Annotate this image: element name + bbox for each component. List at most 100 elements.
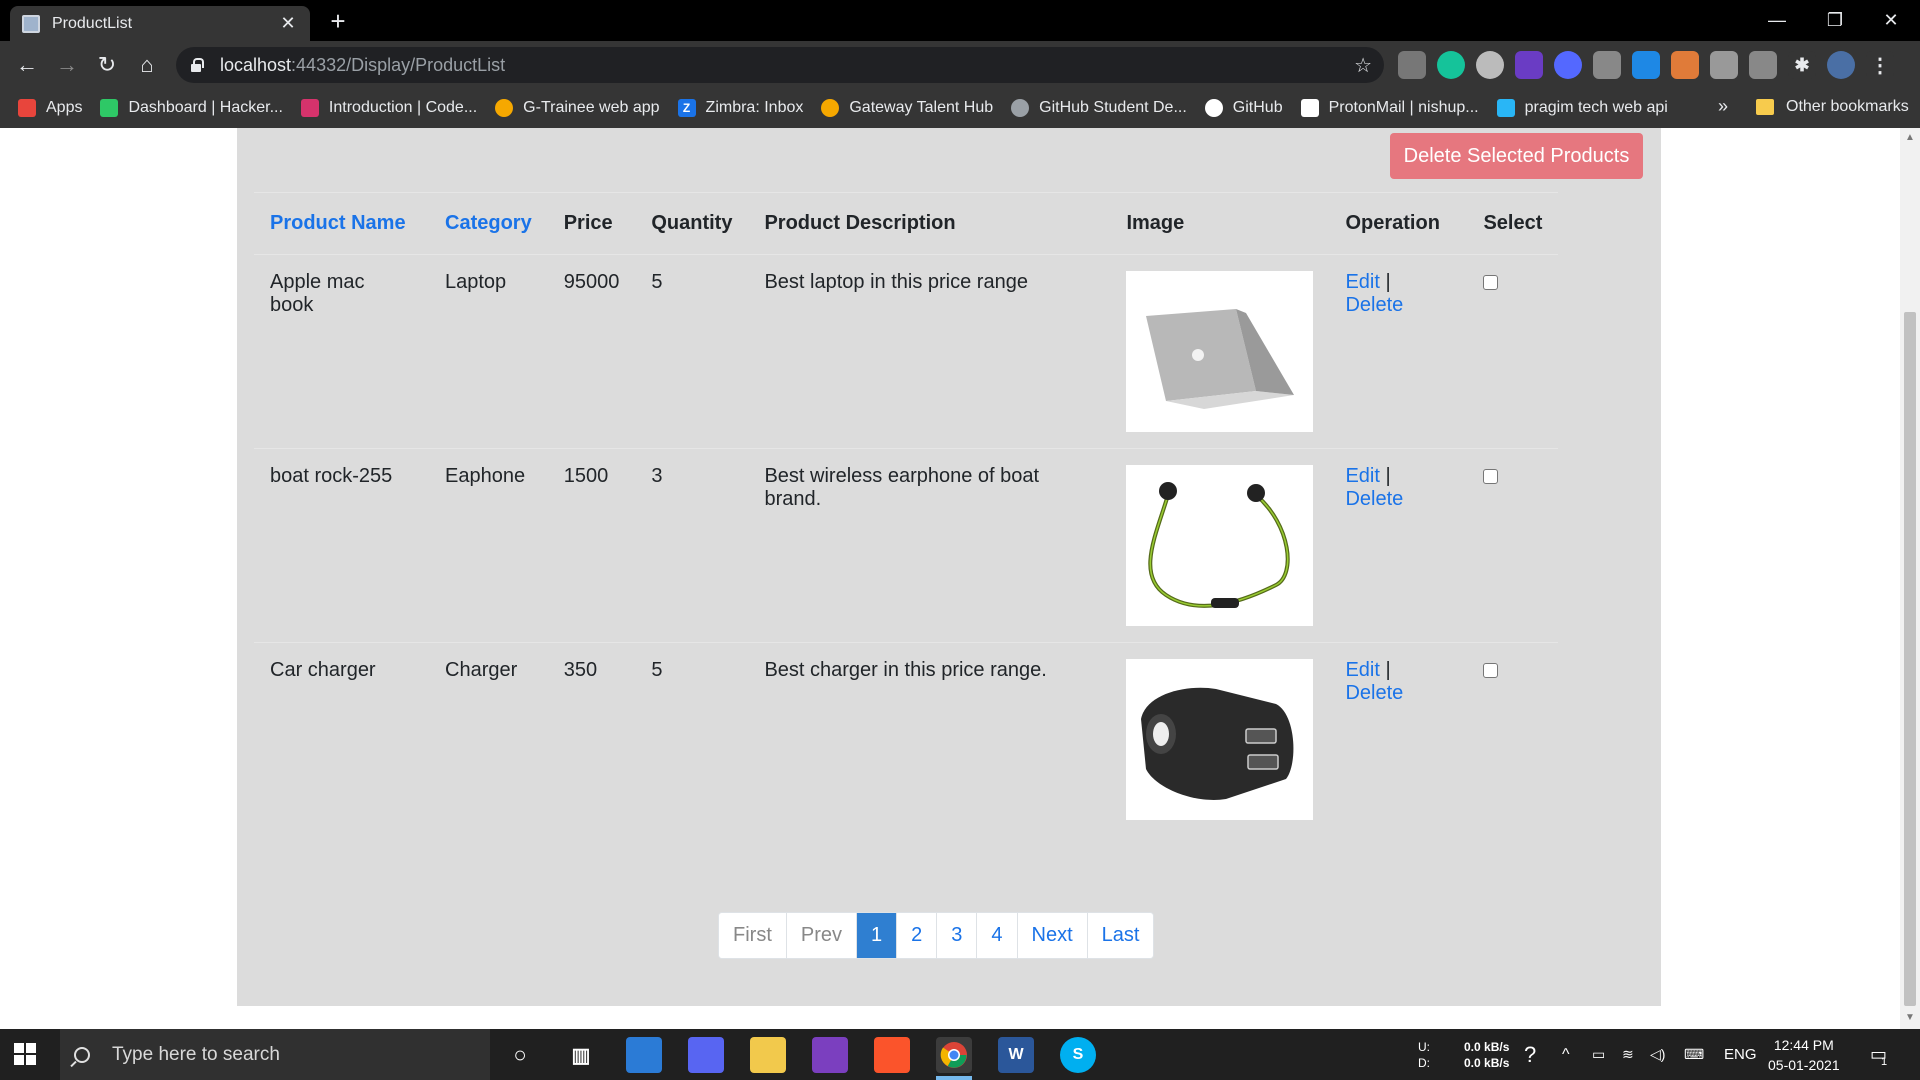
column-header-operation: Operation [1329, 192, 1468, 255]
skype-icon[interactable]: S [1060, 1037, 1096, 1073]
pagination-prev[interactable]: Prev [785, 913, 857, 958]
bookmark-code[interactable]: Introduction | Code... [300, 99, 477, 117]
discord-icon[interactable] [688, 1037, 724, 1073]
battery-icon[interactable]: ▭ [1592, 1029, 1605, 1080]
bookmark-star-icon[interactable]: ☆ [1354, 53, 1372, 78]
forward-icon[interactable]: → [52, 50, 82, 80]
profile-avatar[interactable] [1827, 51, 1855, 79]
edit-link[interactable]: Edit [1345, 465, 1379, 487]
extension-6-icon[interactable] [1593, 51, 1621, 79]
taskbar-search-box[interactable]: Type here to search [60, 1029, 490, 1080]
back-icon[interactable]: ← [12, 50, 42, 80]
delete-link[interactable]: Delete [1345, 682, 1403, 704]
download-icon[interactable] [1710, 51, 1738, 79]
column-header-product-name[interactable]: Product Name [254, 192, 429, 255]
extension-5-icon[interactable] [1554, 51, 1582, 79]
browser-menu-icon[interactable]: ⋮ [1866, 51, 1894, 79]
description-cell: Best charger in this price range. [748, 642, 1111, 837]
bookmark-github[interactable]: GitHub [1204, 99, 1283, 117]
select-cell [1467, 448, 1559, 643]
earphone-image [1126, 465, 1314, 626]
bookmark-protonmail[interactable]: ProtonMail | nishup... [1300, 99, 1479, 117]
task-view-icon[interactable]: ▥ [563, 1037, 599, 1073]
browser-title-bar: ProductList ✕ + — ❐ ✕ [0, 0, 1920, 41]
github-icon [1204, 99, 1223, 117]
bookmark-pragim[interactable]: pragim tech web api [1496, 99, 1668, 117]
word-icon[interactable]: W [998, 1037, 1034, 1073]
new-tab-button[interactable]: + [323, 6, 353, 36]
pagination-page-3[interactable]: 3 [936, 913, 977, 958]
delete-link[interactable]: Delete [1345, 294, 1403, 316]
bookmark-apps[interactable]: Apps [18, 99, 82, 117]
chrome-icon[interactable] [936, 1037, 972, 1073]
help-icon[interactable]: ? [1524, 1029, 1536, 1080]
page-scrollbar[interactable]: ▲ ▼ [1900, 128, 1920, 1029]
show-hidden-icons-icon[interactable]: ^ [1562, 1029, 1570, 1080]
window-close-button[interactable]: ✕ [1862, 0, 1920, 41]
scroll-up-arrow-icon[interactable]: ▲ [1905, 132, 1915, 143]
bookmark-hackerrank[interactable]: Dashboard | Hacker... [100, 99, 283, 117]
column-header-category[interactable]: Category [429, 192, 548, 255]
edit-link[interactable]: Edit [1345, 271, 1379, 293]
select-checkbox[interactable] [1483, 275, 1499, 290]
bookmark-github-student[interactable]: GitHub Student De... [1011, 99, 1187, 117]
extension-8-icon[interactable] [1671, 51, 1699, 79]
quantity-cell: 5 [635, 254, 749, 449]
image-cell [1110, 254, 1330, 449]
operation-cell: Edit | Delete [1329, 448, 1468, 643]
pagination-first[interactable]: First [719, 913, 786, 958]
cortana-icon[interactable]: ○ [502, 1037, 538, 1073]
grammarly-icon[interactable] [1437, 51, 1465, 79]
keyboard-icon[interactable]: ⌨ [1684, 1029, 1704, 1080]
extension-3-icon[interactable] [1476, 51, 1504, 79]
bookmark-gateway-talent-hub[interactable]: Gateway Talent Hub [821, 99, 993, 117]
select-checkbox[interactable] [1483, 663, 1499, 678]
scroll-down-arrow-icon[interactable]: ▼ [1905, 1012, 1915, 1023]
pagination-last[interactable]: Last [1086, 913, 1154, 958]
address-bar[interactable]: localhost:44332/Display/ProductList ☆ [176, 47, 1384, 83]
browser-tab-productlist[interactable]: ProductList ✕ [10, 6, 310, 41]
pagination-page-2[interactable]: 2 [896, 913, 937, 958]
more-bookmarks-icon[interactable]: » [1718, 96, 1728, 117]
visual-studio-icon[interactable] [812, 1037, 848, 1073]
select-checkbox[interactable] [1483, 469, 1499, 484]
app-icon-1[interactable] [626, 1037, 662, 1073]
bookmark-zimbra[interactable]: Z Zimbra: Inbox [677, 99, 804, 117]
pragim-icon [1496, 99, 1515, 117]
windows-taskbar: Type here to search ○ ▥ W S U: D: 0.0 kB… [0, 1029, 1920, 1080]
camera-icon[interactable] [1749, 51, 1777, 79]
puzzle-extensions-icon[interactable]: ✱ [1788, 51, 1816, 79]
edit-link[interactable]: Edit [1345, 659, 1379, 681]
bookmark-label: Zimbra: Inbox [705, 99, 804, 116]
window-minimize-button[interactable]: — [1748, 0, 1806, 41]
extension-1-icon[interactable] [1398, 51, 1426, 79]
window-restore-button[interactable]: ❐ [1806, 0, 1864, 41]
column-header-price: Price [547, 192, 636, 255]
reload-icon[interactable]: ↻ [92, 50, 122, 80]
code-icon [300, 99, 319, 117]
brave-icon[interactable] [874, 1037, 910, 1073]
tab-close-icon[interactable]: ✕ [278, 13, 298, 34]
file-explorer-icon[interactable] [750, 1037, 786, 1073]
bookmark-g-trainee[interactable]: G-Trainee web app [495, 99, 660, 117]
pagination-next[interactable]: Next [1016, 913, 1087, 958]
pagination-page-4[interactable]: 4 [976, 913, 1017, 958]
delete-link[interactable]: Delete [1345, 488, 1403, 510]
laptop-image [1126, 271, 1314, 432]
home-icon[interactable]: ⌂ [132, 50, 162, 80]
net-speed-values: 0.0 kB/s 0.0 kB/s [1464, 1029, 1509, 1080]
clock[interactable]: 12:44 PM 05-01-2021 [1768, 1029, 1840, 1080]
extension-4-icon[interactable] [1515, 51, 1543, 79]
other-bookmarks[interactable]: Other bookmarks [1756, 98, 1909, 116]
lock-icon[interactable] [190, 58, 204, 72]
windows-start-icon[interactable] [14, 1043, 36, 1065]
wifi-icon[interactable]: ≋ [1622, 1029, 1634, 1080]
volume-icon[interactable]: ◁) [1650, 1029, 1665, 1080]
products-table: Product Name Category Price Quantity Pro… [254, 192, 1559, 837]
notifications-icon[interactable]: ▭ 1 [1870, 1029, 1887, 1080]
pagination-page-1[interactable]: 1 [856, 913, 897, 958]
scrollbar-thumb[interactable] [1904, 312, 1916, 1006]
extension-s-icon[interactable] [1632, 51, 1660, 79]
language-indicator[interactable]: ENG [1724, 1029, 1757, 1080]
delete-selected-products-button[interactable]: Delete Selected Products [1390, 133, 1643, 179]
